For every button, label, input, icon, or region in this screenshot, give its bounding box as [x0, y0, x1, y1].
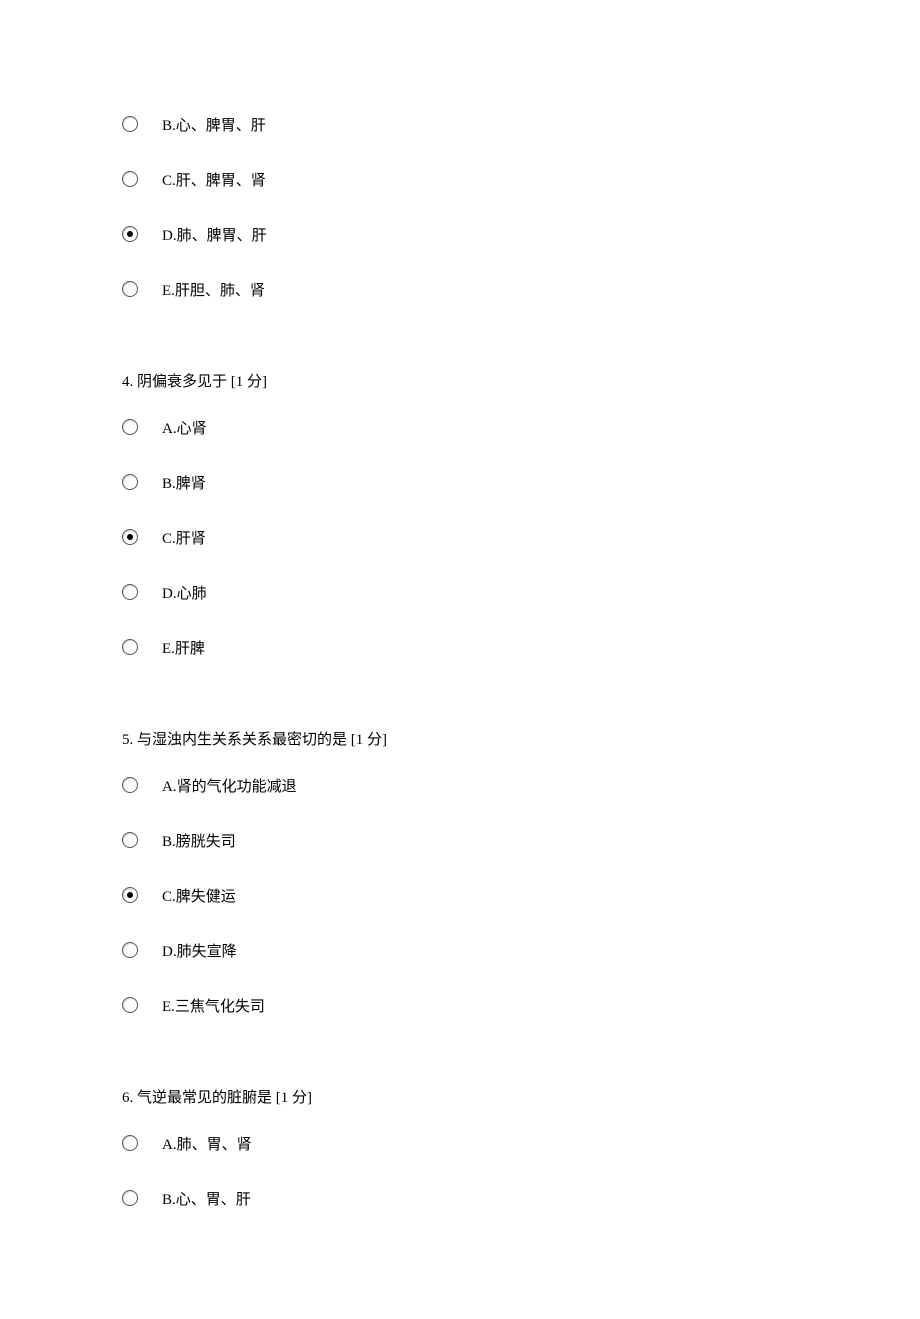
- q4-opt-d[interactable]: D.心肺: [122, 578, 822, 605]
- radio-icon[interactable]: [122, 226, 138, 242]
- radio-icon[interactable]: [122, 116, 138, 132]
- option-label: C.脾失健运: [162, 887, 236, 908]
- q5-options: A.肾的气化功能减退 B.膀胱失司 C.脾失健运 D.肺失宣降 E.三焦气化失司: [122, 771, 822, 1018]
- option-label: B.膀胱失司: [162, 832, 236, 853]
- q4-text: 4. 阴偏衰多见于 [1 分]: [122, 372, 822, 393]
- radio-icon[interactable]: [122, 474, 138, 490]
- q4-opt-b[interactable]: B.脾肾: [122, 468, 822, 495]
- radio-icon[interactable]: [122, 529, 138, 545]
- radio-icon[interactable]: [122, 171, 138, 187]
- option-label: B.心、脾胃、肝: [162, 116, 266, 137]
- q4-opt-a[interactable]: A.心肾: [122, 413, 822, 440]
- option-label: A.心肾: [162, 419, 207, 440]
- radio-icon[interactable]: [122, 1190, 138, 1206]
- radio-icon[interactable]: [122, 281, 138, 297]
- q5-opt-c[interactable]: C.脾失健运: [122, 881, 822, 908]
- q6-opt-a[interactable]: A.肺、胃、肾: [122, 1129, 822, 1156]
- option-label: A.肺、胃、肾: [162, 1135, 252, 1156]
- option-label: B.脾肾: [162, 474, 206, 495]
- q4-opt-c[interactable]: C.肝肾: [122, 523, 822, 550]
- q5-opt-e[interactable]: E.三焦气化失司: [122, 991, 822, 1018]
- q3-tail-options-options: B.心、脾胃、肝 C.肝、脾胃、肾 D.肺、脾胃、肝 E.肝胆、肺、肾: [122, 110, 822, 302]
- q3-opt-e[interactable]: E.肝胆、肺、肾: [122, 275, 822, 302]
- q3-opt-d[interactable]: D.肺、脾胃、肝: [122, 220, 822, 247]
- quiz-page: B.心、脾胃、肝 C.肝、脾胃、肾 D.肺、脾胃、肝 E.肝胆、肺、肾 4. 阴偏衰多见…: [0, 0, 822, 1319]
- radio-icon[interactable]: [122, 997, 138, 1013]
- radio-icon[interactable]: [122, 639, 138, 655]
- option-label: C.肝、脾胃、肾: [162, 171, 266, 192]
- radio-icon[interactable]: [122, 832, 138, 848]
- option-label: E.肝胆、肺、肾: [162, 281, 265, 302]
- q5-text: 5. 与湿浊内生关系关系最密切的是 [1 分]: [122, 730, 822, 751]
- option-label: C.肝肾: [162, 529, 206, 550]
- option-label: D.肺、脾胃、肝: [162, 226, 267, 247]
- q6-options: A.肺、胃、肾 B.心、胃、肝: [122, 1129, 822, 1211]
- q4-options: A.心肾 B.脾肾 C.肝肾 D.心肺 E.肝脾: [122, 413, 822, 660]
- q3-opt-c[interactable]: C.肝、脾胃、肾: [122, 165, 822, 192]
- option-label: D.心肺: [162, 584, 207, 605]
- radio-icon[interactable]: [122, 584, 138, 600]
- q6-text: 6. 气逆最常见的脏腑是 [1 分]: [122, 1088, 822, 1109]
- q5-opt-b[interactable]: B.膀胱失司: [122, 826, 822, 853]
- q3-opt-b[interactable]: B.心、脾胃、肝: [122, 110, 822, 137]
- q5-opt-a[interactable]: A.肾的气化功能减退: [122, 771, 822, 798]
- q5-opt-d[interactable]: D.肺失宣降: [122, 936, 822, 963]
- radio-icon[interactable]: [122, 419, 138, 435]
- radio-icon[interactable]: [122, 942, 138, 958]
- option-label: E.肝脾: [162, 639, 205, 660]
- q6-opt-b[interactable]: B.心、胃、肝: [122, 1184, 822, 1211]
- option-label: D.肺失宣降: [162, 942, 237, 963]
- q4-opt-e[interactable]: E.肝脾: [122, 633, 822, 660]
- radio-icon[interactable]: [122, 777, 138, 793]
- radio-icon[interactable]: [122, 1135, 138, 1151]
- option-label: E.三焦气化失司: [162, 997, 265, 1018]
- option-label: A.肾的气化功能减退: [162, 777, 297, 798]
- radio-icon[interactable]: [122, 887, 138, 903]
- option-label: B.心、胃、肝: [162, 1190, 251, 1211]
